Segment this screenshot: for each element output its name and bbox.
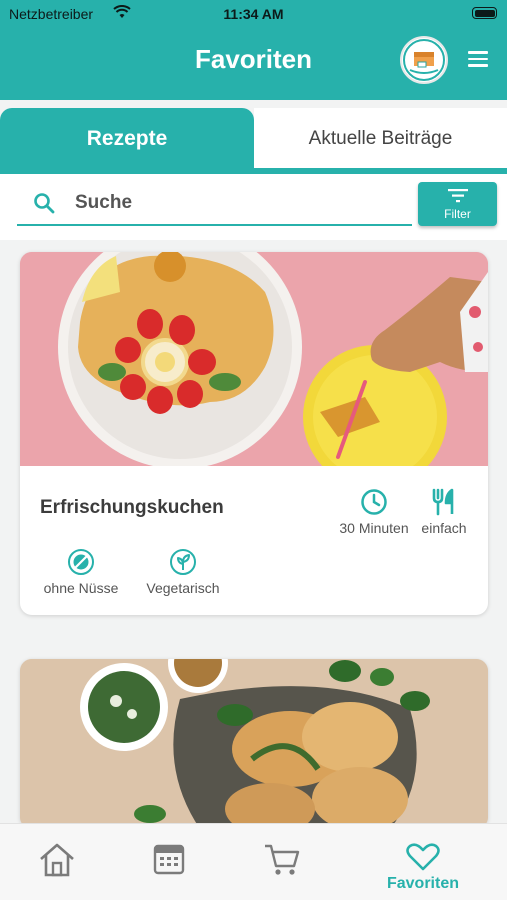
tag-ohne-nuesse: ohne Nüsse [38,548,124,596]
search-field [17,184,412,226]
prep-time-label: 30 Minuten [339,520,409,536]
bottom-navigation: Favoriten [0,823,507,900]
difficulty: einfach [418,488,470,536]
clock: 11:34 AM [223,6,284,22]
recipe-card[interactable]: Erfrischungskuchen 30 Minuten einfach oh… [20,252,488,615]
difficulty-label: einfach [421,520,467,536]
filter-button[interactable]: Filter [418,182,497,226]
nav-calendar[interactable] [150,842,188,892]
battery-icon [472,7,497,19]
recipe-image [20,659,488,829]
search-input[interactable] [75,188,395,218]
tab-bar: Rezepte Aktuelle Beiträge [0,106,507,174]
cart-icon [265,844,300,875]
status-bar: Netzbetreiber 11:34 AM [0,0,507,28]
hamburger-menu-icon[interactable] [468,51,488,67]
filter-label: Filter [444,207,471,221]
filter-icon [448,189,468,203]
fork-knife-icon [432,488,454,516]
prep-time: 30 Minuten [338,488,410,536]
no-nuts-icon [68,549,94,575]
clock-icon [361,489,387,515]
search-row: Filter [0,174,507,240]
tag-label: Vegetarisch [146,580,220,596]
app-header: Netzbetreiber 11:34 AM Favoriten [0,0,507,100]
home-icon [40,843,74,877]
vegetarian-icon [170,549,196,575]
recipe-image [20,252,488,466]
calendar-icon [153,844,185,875]
nav-favoriten-label: Favoriten [386,875,459,892]
nav-home[interactable] [38,842,76,892]
recipe-card[interactable] [20,659,488,829]
brand-logo[interactable] [400,36,448,84]
tag-label: ohne Nüsse [43,580,119,596]
tab-aktuelle-beitraege[interactable]: Aktuelle Beiträge [254,108,507,168]
recipe-title: Erfrischungskuchen [40,497,224,518]
search-icon [34,193,55,214]
tab-rezepte[interactable]: Rezepte [0,108,254,174]
nav-shopping-cart[interactable] [262,842,302,892]
nav-favoriten[interactable]: Favoriten [378,842,468,892]
tag-vegetarisch: Vegetarisch [138,548,228,596]
heart-icon [406,843,440,871]
